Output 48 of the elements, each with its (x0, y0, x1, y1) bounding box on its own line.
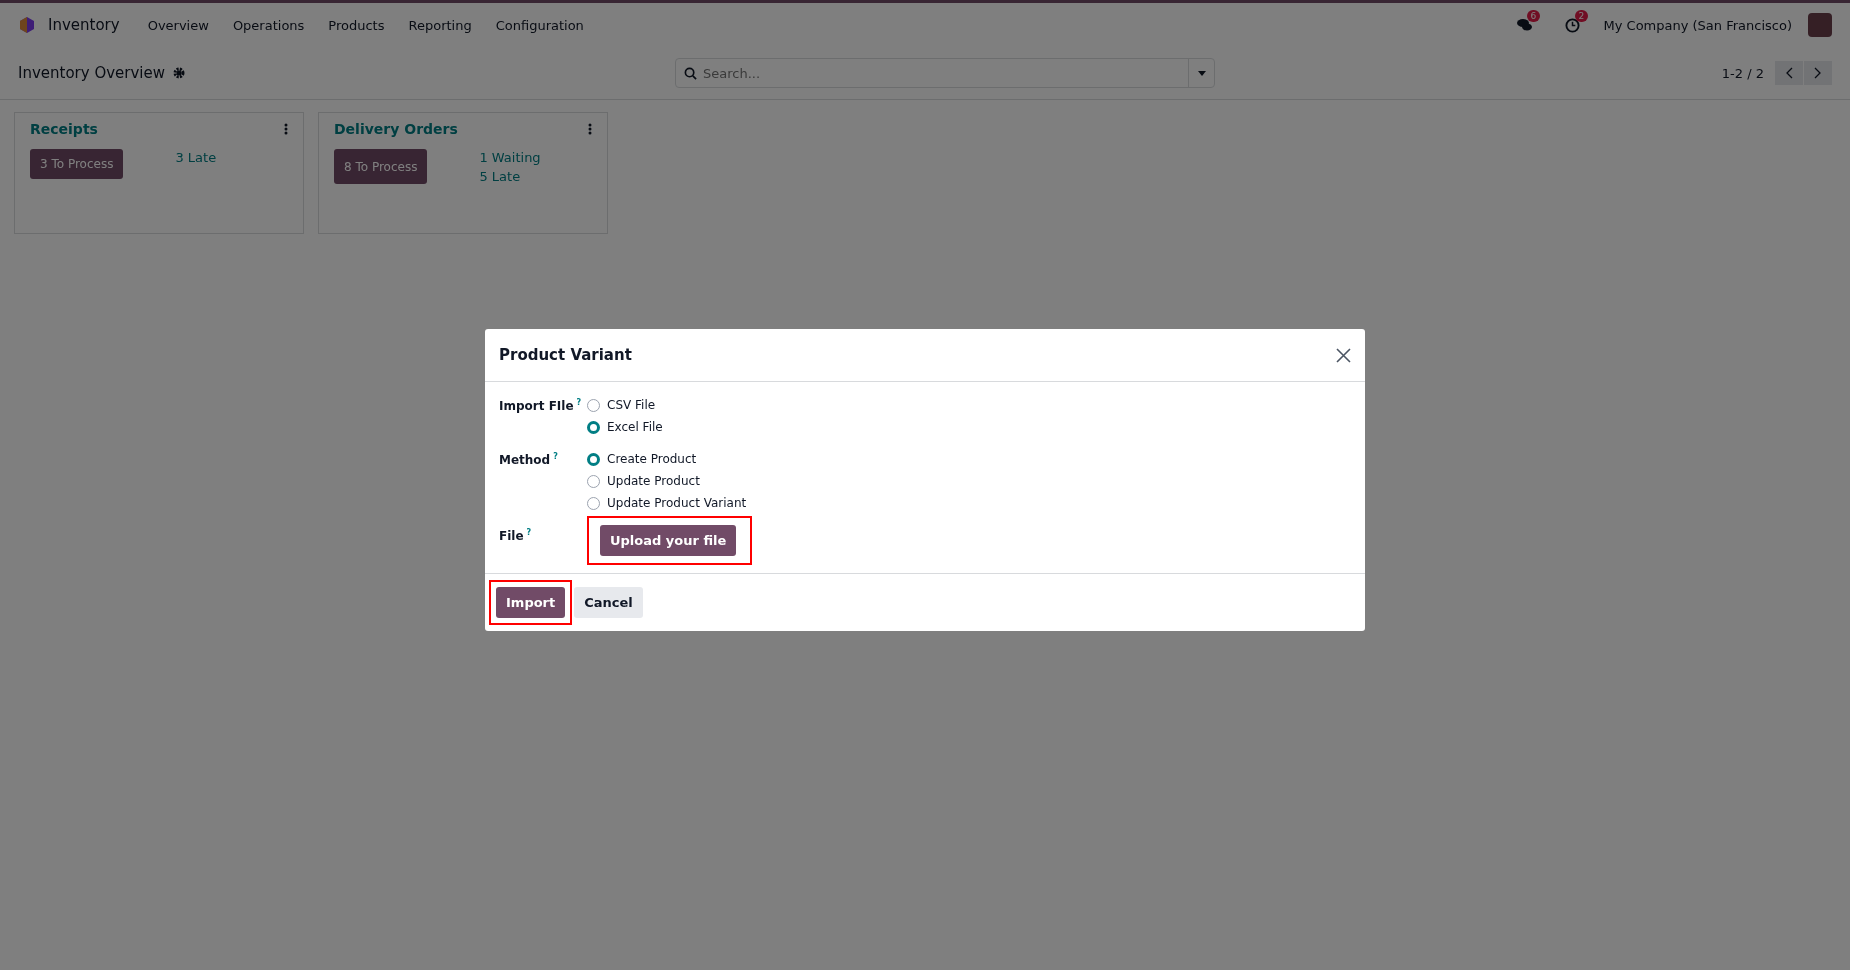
activity-count-badge: 2 (1574, 9, 1589, 22)
radio-option[interactable]: Update Product (587, 474, 1351, 488)
kebab-menu-icon[interactable] (284, 123, 288, 135)
field-label: File $^{?}$ (499, 528, 533, 545)
cancel-button[interactable]: Cancel (574, 587, 643, 618)
field-label: Method $^{?}$ (499, 452, 559, 469)
to-process-button[interactable]: 8 To Process (334, 149, 428, 184)
kebab-menu-icon[interactable] (588, 123, 592, 135)
card-title[interactable]: Receipts (30, 121, 98, 137)
radio-option[interactable]: Create Product (587, 452, 1351, 466)
app-name[interactable]: Inventory (48, 16, 120, 34)
chat-icon[interactable] (1516, 18, 1533, 32)
radio-option[interactable]: Update Product Variant (587, 496, 1351, 510)
menu-item[interactable]: Overview (137, 17, 219, 33)
to-process-button[interactable]: 3 To Process (30, 149, 124, 179)
menu-item[interactable]: Operations (222, 17, 315, 33)
import-button[interactable]: Import (496, 587, 566, 618)
app-logo-icon[interactable] (18, 16, 36, 34)
status-link[interactable]: 5 Late (479, 169, 541, 184)
pager-value: 1-2 / 2 (1721, 65, 1764, 81)
card-title[interactable]: Delivery Orders (334, 121, 458, 137)
radio-button[interactable] (587, 474, 600, 488)
clock-icon[interactable] (1564, 17, 1580, 33)
message-count-badge: 6 (1526, 10, 1541, 22)
page-title: Inventory Overview (18, 64, 166, 82)
field-label: Import FIle $^{?}$ (499, 398, 583, 415)
radio-option[interactable]: CSV File (587, 398, 1351, 412)
status-link[interactable]: 1 Waiting (479, 150, 541, 165)
radio-button[interactable] (587, 398, 600, 412)
radio-button[interactable] (587, 452, 600, 466)
chevron-left-icon (1785, 67, 1793, 79)
search-icon (684, 66, 698, 80)
company-switcher[interactable]: My Company (San Francisco) (1603, 17, 1792, 33)
menu-item[interactable]: Products (318, 17, 395, 33)
radio-button[interactable] (587, 496, 600, 510)
chevron-right-icon (1814, 67, 1822, 79)
radio-option[interactable]: Excel File (587, 420, 1351, 434)
dialog-title: Product Variant (499, 346, 632, 364)
menu-item[interactable]: Reporting (398, 17, 482, 33)
radio-button[interactable] (587, 420, 600, 434)
status-link[interactable]: 3 Late (175, 150, 217, 165)
search-bar[interactable]: Search... (675, 58, 1216, 88)
gear-icon[interactable] (173, 67, 186, 79)
caret-icon (1197, 70, 1206, 76)
upload-button[interactable]: Upload your file (600, 525, 737, 556)
menu-item[interactable]: Configuration (485, 17, 594, 33)
search-input[interactable]: Search... (697, 65, 1189, 81)
close-button[interactable] (1336, 347, 1351, 363)
